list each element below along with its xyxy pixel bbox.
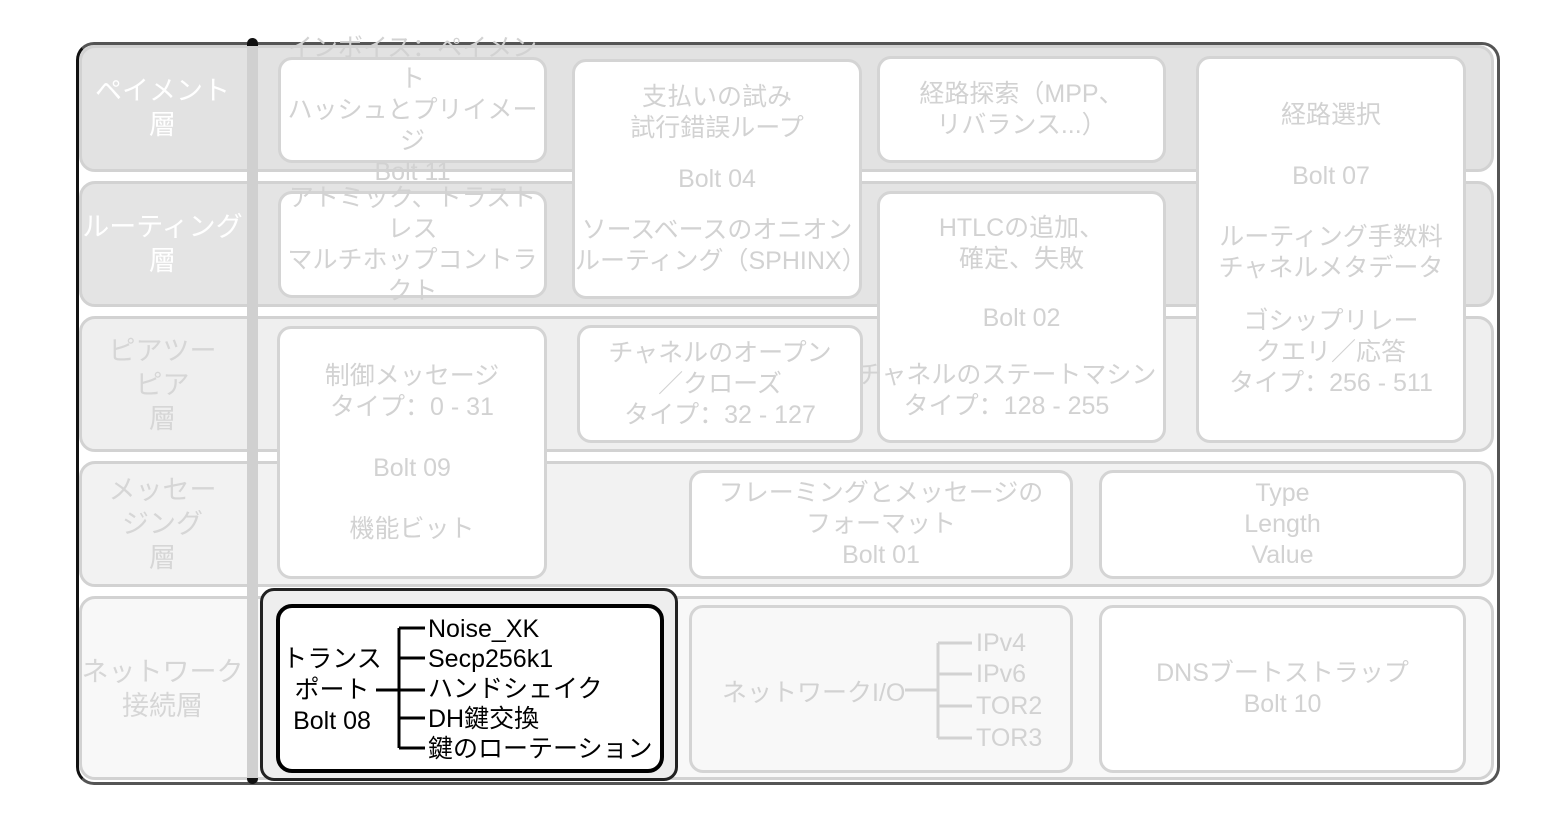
transport-item: ハンドシェイク [428,675,603,703]
network-io-item: IPv4 [976,629,1027,657]
transport-item: Noise_XK [428,615,540,643]
network-io-item: TOR3 [976,724,1043,752]
transport-item: DH鍵交換 [428,705,540,733]
transport-item: 鍵のローテーション [428,735,653,763]
transport-item: Secp256k1 [428,645,554,673]
network-io-item: TOR2 [976,692,1043,720]
dns-bootstrap-box: DNSブートストラップ Bolt 10 [1099,605,1466,773]
network-io-item: IPv6 [976,660,1027,688]
network-io-title: ネットワークI/O [722,679,906,707]
